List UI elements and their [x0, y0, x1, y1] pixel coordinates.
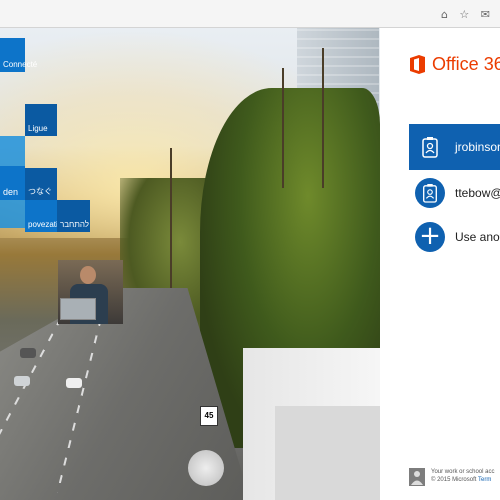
sign-in-panel: [380, 28, 500, 500]
copyright-text: © 2015 Microsoft: [431, 477, 477, 483]
user-badge-icon: [415, 132, 445, 162]
highway-sign: 45: [200, 406, 218, 426]
account-jrobinson[interactable]: jrobinson: [409, 124, 500, 170]
account-label: ttebow@: [455, 186, 500, 200]
user-badge-icon: [415, 178, 445, 208]
tile-tsunagu: つなぐ: [25, 168, 57, 200]
footer-line1: Your work or school acc: [431, 469, 495, 475]
person-photo-tile: [58, 260, 123, 324]
user-silhouette-icon: [409, 468, 425, 486]
terms-link[interactable]: Term: [478, 477, 491, 483]
tile-blank: [0, 200, 25, 228]
footer-text: Your work or school acc © 2015 Microsoft…: [431, 468, 494, 490]
office-logo-text: Office 365: [432, 54, 500, 74]
browser-toolbar: ⌂ ☆ ✉: [0, 0, 500, 28]
car: [20, 348, 36, 358]
palm-tree: [322, 48, 324, 188]
plus-icon: +: [415, 222, 445, 252]
tile-ligue: Ligue: [25, 104, 57, 136]
tile-lehitchaber: להתחבר: [57, 200, 90, 232]
car: [66, 378, 82, 388]
account-label: jrobinson: [455, 140, 500, 154]
use-another-account-label: Use anoth: [455, 230, 500, 244]
tile-den: den: [0, 166, 25, 200]
tile-blank: [0, 136, 25, 166]
car: [14, 376, 30, 386]
office-logo: Office 365: [409, 54, 500, 75]
palm-tree: [170, 148, 172, 298]
office-logo-icon: [409, 55, 426, 74]
toolbar-icons[interactable]: ⌂ ☆ ✉: [441, 8, 494, 21]
satellite-dish: [188, 450, 224, 486]
background-photo: 45 Connecté Ligue den つなぐ povezati להתחב…: [0, 28, 380, 500]
palm-tree: [282, 68, 284, 188]
account-ttebow[interactable]: ttebow@: [409, 170, 500, 216]
footer: Your work or school acc © 2015 Microsoft…: [409, 468, 500, 490]
use-another-account[interactable]: + Use anoth: [409, 214, 500, 260]
tile-povezati: povezati: [25, 200, 58, 232]
retaining-wall: [275, 406, 380, 500]
tile-connecte: Connecté: [0, 38, 37, 72]
